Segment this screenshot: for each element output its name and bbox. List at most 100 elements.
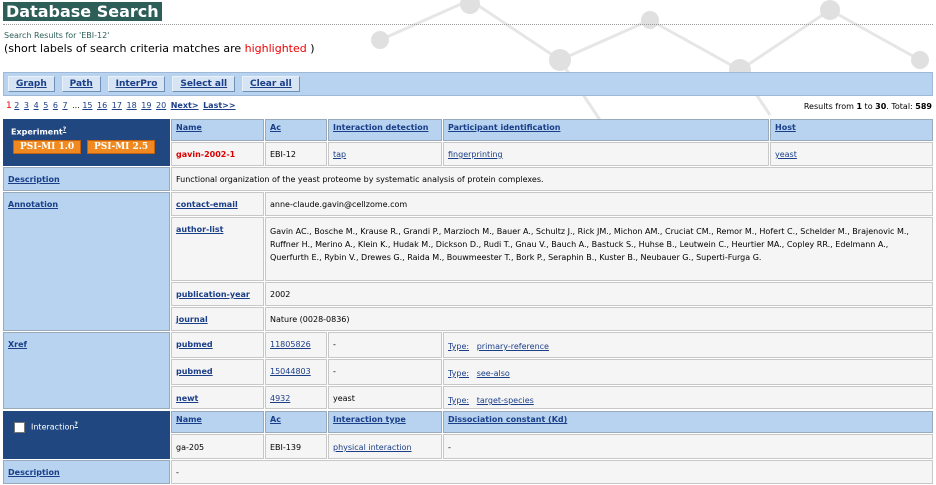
author-list-value: Gavin AC., Bosche M., Krause R., Grandi … [265,217,933,281]
page-link[interactable]: 5 [43,101,48,110]
interaction-description-text: - [171,460,933,484]
xref-type-label[interactable]: Type: [448,396,469,405]
page-title: Database Search [3,2,162,21]
annotation-link[interactable]: Annotation [8,200,58,209]
page-link[interactable]: 7 [62,101,67,110]
interaction-help-link[interactable]: ? [74,421,77,428]
last-link[interactable]: Last>> [203,101,236,110]
results-prefix: Results from [803,102,857,111]
xref-type-link[interactable]: see-also [477,369,510,378]
contact-email-link[interactable]: contact-email [176,200,238,209]
page-current: 1 [6,101,12,111]
psi-mi-10-badge[interactable]: PSI-MI 1.0 [13,139,82,154]
column-header-name[interactable]: Name [171,411,264,433]
column-header-ac[interactable]: Ac [265,411,327,433]
interaction-name: ga-205 [171,434,264,459]
xref-type-label[interactable]: Type: [448,369,469,378]
xref-db-link[interactable]: newt [176,394,198,403]
column-header-interaction-detection[interactable]: Interaction detection [328,119,442,141]
interaction-type-link[interactable]: physical interaction [333,443,412,452]
xref-id-link[interactable]: 4932 [270,394,290,403]
description-label-cell: Description [3,167,170,191]
experiment-help-link[interactable]: ? [63,126,66,133]
interaction-header-kd-link[interactable]: Dissociation constant (Kd) [448,415,567,424]
xref-id-link[interactable]: 15044803 [270,367,311,376]
column-header-ac-link[interactable]: Ac [270,123,281,132]
xref-type-cell: Type: primary-reference [443,332,933,358]
interaction-header-name-link[interactable]: Name [176,415,202,424]
column-header-host-link[interactable]: Host [775,123,796,132]
column-header-participant-identification[interactable]: Participant identification [443,119,769,141]
page-link[interactable]: 16 [97,101,107,110]
interaction-kd: - [443,434,933,459]
interaction-checkbox[interactable] [14,421,25,433]
xref-type-label[interactable]: Type: [448,342,469,351]
xref-note: - [328,332,442,358]
clear-all-button[interactable]: Clear all [242,76,300,92]
detection-link[interactable]: tap [333,150,346,159]
participant-link[interactable]: fingerprinting [448,150,503,159]
page-link[interactable]: 3 [24,101,29,110]
psi-mi-25-badge[interactable]: PSI-MI 2.5 [86,139,156,154]
xref-db-link[interactable]: pubmed [176,367,213,376]
column-header-detection-link[interactable]: Interaction detection [333,123,428,132]
author-list-link[interactable]: author-list [176,225,223,234]
interaction-ac: EBI-139 [265,434,327,459]
description-text: Functional organization of the yeast pro… [171,167,933,191]
column-header-name[interactable]: Name [171,119,264,141]
xref-id-link[interactable]: 11805826 [270,340,311,349]
page-link[interactable]: 2 [14,101,19,110]
xref-db-link[interactable]: pubmed [176,340,213,349]
interaction-description-label-cell: Description [3,460,170,484]
pagination: 1 2 3 4 5 6 7 ... 15 16 17 18 19 20 Next… [6,101,238,111]
column-header-ac[interactable]: Ac [265,119,327,141]
journal-link[interactable]: journal [176,315,208,324]
publication-year-value: 2002 [265,282,933,306]
page-link[interactable]: 4 [34,101,39,110]
host-link[interactable]: yeast [775,150,797,159]
page-link[interactable]: 6 [53,101,58,110]
path-button[interactable]: Path [61,76,101,92]
interaction-label: Interaction [31,422,75,432]
column-header-host[interactable]: Host [770,119,933,141]
contact-email-value: anne-claude.gavin@cellzome.com [265,192,933,216]
interpro-button[interactable]: InterPro [107,76,166,92]
highlight-word: highlighted [244,42,307,55]
title-divider [3,24,933,25]
annotation-key-cell: journal [171,307,264,331]
column-header-participant-link[interactable]: Participant identification [448,123,560,132]
xref-db-cell: pubmed [171,359,264,385]
highlight-note: (short labels of search criteria matches… [4,42,315,55]
highlight-note-end: ) [306,42,315,55]
column-header-interaction-type[interactable]: Interaction type [328,411,442,433]
page-link[interactable]: 15 [82,101,92,110]
experiment-label: Experiment [11,127,63,137]
results-to: 30 [875,102,887,111]
participant-cell: fingerprinting [443,142,769,166]
description-link[interactable]: Description [8,175,60,184]
page-link[interactable]: 17 [112,101,122,110]
column-header-name-link[interactable]: Name [176,123,202,132]
graph-button[interactable]: Graph [8,76,55,92]
page-link[interactable]: 19 [141,101,151,110]
highlight-note-text: (short labels of search criteria matches… [4,42,245,55]
select-all-button[interactable]: Select all [172,76,236,92]
publication-year-link[interactable]: publication-year [176,290,250,299]
page-link[interactable]: 18 [127,101,137,110]
results-total-label: . Total: [886,102,916,111]
interaction-header-type-link[interactable]: Interaction type [333,415,406,424]
annotation-key-cell: author-list [171,217,264,281]
experiment-ac: EBI-12 [265,142,327,166]
next-link[interactable]: Next> [171,101,199,110]
page-link[interactable]: 20 [156,101,166,110]
interaction-header-ac-link[interactable]: Ac [270,415,281,424]
column-header-kd[interactable]: Dissociation constant (Kd) [443,411,933,433]
xref-link[interactable]: Xref [8,340,27,349]
xref-type-link[interactable]: target-species [477,396,534,405]
xref-db-cell: pubmed [171,332,264,358]
interaction-description-link[interactable]: Description [8,468,60,477]
page-ellipsis: ... [72,101,80,110]
xref-type-link[interactable]: primary-reference [477,342,549,351]
host-cell: yeast [770,142,933,166]
search-results-for: Search Results for 'EBI-12' [4,31,110,40]
